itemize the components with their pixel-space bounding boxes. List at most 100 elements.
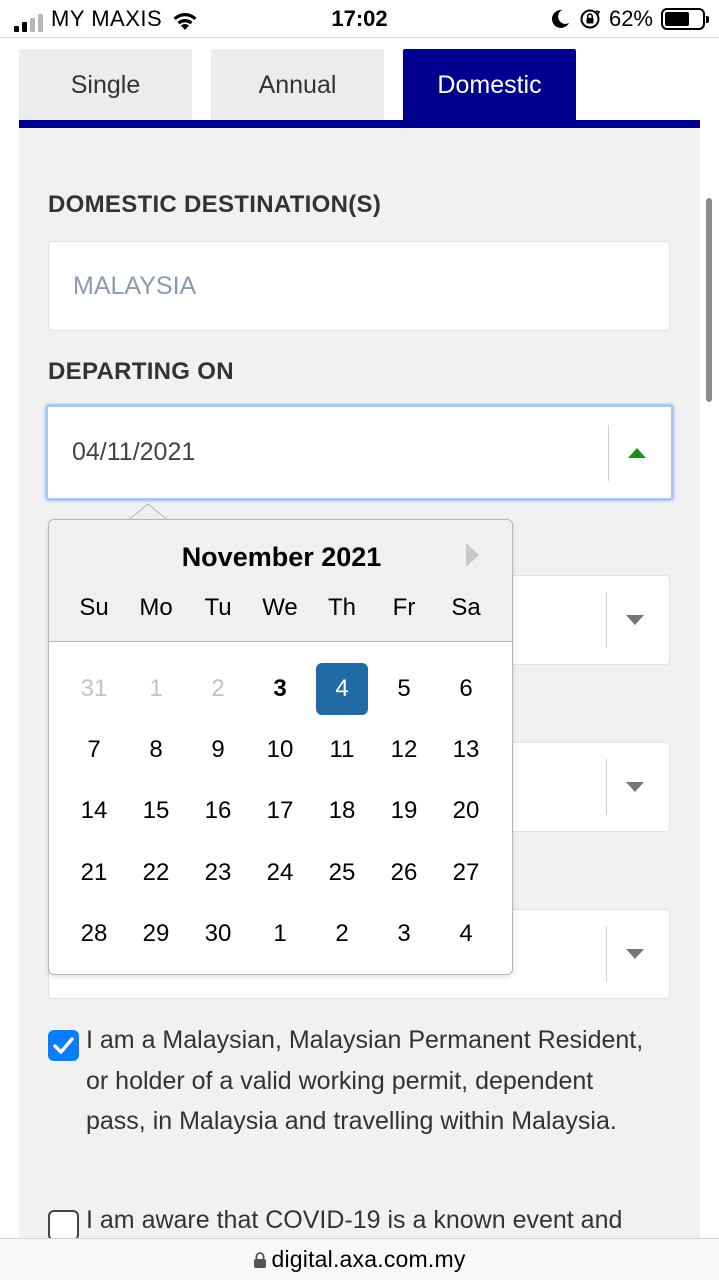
- day-cell[interactable]: 29: [125, 904, 187, 965]
- checkmark-icon: [53, 1037, 74, 1054]
- day-number: 10: [266, 736, 294, 764]
- day-cell[interactable]: 18: [311, 781, 373, 842]
- day-cell[interactable]: 17: [249, 781, 311, 842]
- day-number: 14: [80, 797, 108, 825]
- day-cell[interactable]: 3: [249, 658, 311, 719]
- day-cell[interactable]: 27: [435, 842, 497, 903]
- destination-label: DOMESTIC DESTINATION(S): [48, 191, 382, 218]
- next-month-icon[interactable]: [464, 542, 480, 568]
- chevron-down-icon[interactable]: [621, 743, 649, 831]
- day-cell[interactable]: 30: [187, 904, 249, 965]
- day-cell[interactable]: 8: [125, 719, 187, 780]
- tab-annual[interactable]: Annual: [211, 49, 384, 121]
- day-cell[interactable]: 13: [435, 719, 497, 780]
- day-number: 1: [149, 674, 163, 702]
- day-cell[interactable]: 9: [187, 719, 249, 780]
- day-number: 13: [452, 736, 480, 764]
- chevron-down-icon[interactable]: [621, 910, 649, 998]
- day-cell[interactable]: 4: [435, 904, 497, 965]
- destination-field[interactable]: MALAYSIA: [48, 241, 670, 331]
- day-cell[interactable]: 6: [435, 658, 497, 719]
- battery-percentage: 62%: [608, 6, 653, 31]
- day-cell[interactable]: 15: [125, 781, 187, 842]
- day-number: 12: [390, 736, 418, 764]
- day-cell[interactable]: 26: [373, 842, 435, 903]
- day-cell[interactable]: 23: [187, 842, 249, 903]
- url-text: digital.axa.com.my: [271, 1246, 466, 1272]
- covid-consent-text: I am aware that COVID-19 is a known even…: [86, 1206, 623, 1234]
- day-number: 23: [204, 858, 232, 886]
- day-number: 4: [316, 662, 368, 715]
- tab-single[interactable]: Single: [19, 49, 192, 121]
- day-number: 19: [390, 797, 418, 825]
- day-cell[interactable]: 2: [311, 904, 373, 965]
- day-number: 31: [80, 674, 108, 702]
- day-number: 28: [80, 920, 108, 948]
- day-cell[interactable]: 10: [249, 719, 311, 780]
- day-cell[interactable]: 24: [249, 842, 311, 903]
- day-number: 6: [459, 674, 473, 702]
- day-cell[interactable]: 25: [311, 842, 373, 903]
- day-cell[interactable]: 1: [249, 904, 311, 965]
- day-cell[interactable]: 20: [435, 781, 497, 842]
- departing-label: DEPARTING ON: [48, 358, 234, 385]
- caret-up-icon[interactable]: [623, 407, 651, 498]
- browser-url-bar[interactable]: digital.axa.com.my: [0, 1238, 719, 1280]
- day-cell[interactable]: 7: [63, 719, 125, 780]
- rotation-lock-icon: [580, 9, 601, 29]
- day-cell[interactable]: 21: [63, 842, 125, 903]
- day-number: 3: [397, 920, 411, 948]
- day-cell[interactable]: 3: [373, 904, 435, 965]
- residency-checkbox[interactable]: [48, 1030, 79, 1061]
- day-number: 26: [390, 858, 418, 886]
- lock-icon: [254, 1251, 267, 1268]
- day-cell[interactable]: 22: [125, 842, 187, 903]
- day-number: 3: [273, 674, 287, 702]
- weekday-label: Fr: [392, 594, 416, 621]
- day-cell: 31: [63, 658, 125, 719]
- day-selected[interactable]: 4: [311, 658, 373, 719]
- day-cell[interactable]: 12: [373, 719, 435, 780]
- weekday-label: Tu: [204, 594, 232, 621]
- day-number: 20: [452, 797, 480, 825]
- datepicker: November 2021 Su Mo Tu We Th Fr Sa 31 1 2 3…: [48, 519, 513, 975]
- day-cell[interactable]: 19: [373, 781, 435, 842]
- covid-awareness-checkbox[interactable]: [48, 1210, 79, 1241]
- day-cell[interactable]: 16: [187, 781, 249, 842]
- datepicker-header: November 2021 Su Mo Tu We Th Fr Sa: [49, 520, 512, 642]
- day-number: 29: [142, 920, 170, 948]
- departing-date-field[interactable]: 04/11/2021: [45, 404, 674, 501]
- day-number: 25: [328, 858, 356, 886]
- day-number: 2: [335, 920, 349, 948]
- day-number: 22: [142, 858, 170, 886]
- weekday-label: Su: [79, 594, 109, 621]
- day-cell[interactable]: 11: [311, 719, 373, 780]
- day-cell[interactable]: 28: [63, 904, 125, 965]
- destination-value: MALAYSIA: [73, 271, 197, 300]
- day-number: 27: [452, 858, 480, 886]
- tab-underline: [19, 120, 700, 128]
- scrollbar[interactable]: [706, 198, 712, 402]
- day-cell[interactable]: 5: [373, 658, 435, 719]
- weekday-label: Sa: [451, 594, 481, 621]
- day-number: 17: [266, 797, 294, 825]
- day-number: 16: [204, 797, 232, 825]
- weekday-label: We: [262, 594, 298, 621]
- day-cell: 2: [187, 658, 249, 719]
- day-cell[interactable]: 14: [63, 781, 125, 842]
- day-number: 2: [211, 674, 225, 702]
- day-number: 30: [204, 920, 232, 948]
- departing-date-value: 04/11/2021: [72, 438, 196, 466]
- tab-domestic[interactable]: Domestic: [403, 49, 576, 121]
- datepicker-days: 31 1 2 3 4 5 6 7 8 9 10 11 12 13 14 15 16 17 18 19 20 21 22 23 2…: [63, 658, 497, 965]
- day-number: 21: [80, 858, 108, 886]
- day-number: 4: [459, 920, 473, 948]
- day-number: 8: [149, 736, 163, 764]
- chevron-down-icon[interactable]: [621, 576, 649, 664]
- status-bar: MY MAXIS 17:02 62%: [0, 0, 719, 38]
- residency-consent-text: I am a Malaysian, Malaysian Permanent Re…: [86, 1026, 644, 1135]
- day-number: 11: [329, 736, 355, 764]
- wifi-icon: [173, 13, 197, 30]
- day-number: 5: [397, 674, 411, 702]
- weekday-label: Mo: [139, 594, 173, 621]
